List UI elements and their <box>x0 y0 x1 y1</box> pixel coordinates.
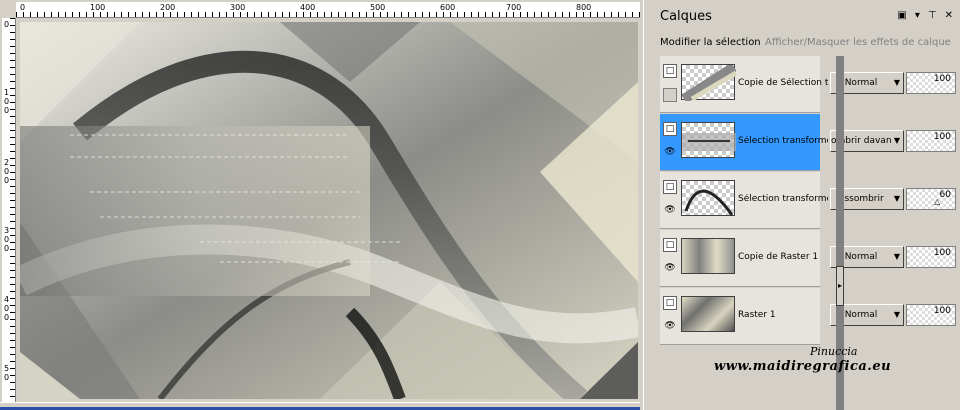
pin-icon[interactable]: ⊤ <box>928 10 937 21</box>
canvas-artwork[interactable] <box>20 22 638 399</box>
ruler-top-tick: 800 <box>576 3 592 12</box>
layer-thumbnail <box>681 122 736 158</box>
ruler-left-tick: 4 0 0 <box>4 295 10 322</box>
ruler-top-tick: 200 <box>160 3 176 12</box>
layer-name-cell[interactable]: □ 👁 Sélection transformé <box>660 114 828 171</box>
layer-page-icon[interactable]: □ <box>663 64 677 78</box>
chevron-down-icon: ▼ <box>893 310 900 319</box>
eye-icon[interactable]: 👁 <box>663 204 677 216</box>
layer-row[interactable]: □ 👁 Raster 1 Normal ▼ 100 <box>660 288 960 346</box>
ruler-top: 0 100 200 300 400 500 600 700 800 <box>16 2 640 18</box>
layers-panel: Calques ▣ ▾ ⊤ ✕ Modifier la sélection Af… <box>643 0 960 410</box>
scroll-handle[interactable]: ▸ <box>836 266 844 306</box>
ruler-left-tick: 5 0 <box>4 364 10 382</box>
visibility-toggle-off[interactable] <box>663 88 677 102</box>
ruler-top-tick: 300 <box>230 3 246 12</box>
thumbnail-art <box>682 65 736 101</box>
ruler-left-tick: 1 0 0 <box>4 88 10 115</box>
layer-page-icon[interactable]: □ <box>663 238 677 252</box>
panel-actions: Modifier la sélection Afficher/Masquer l… <box>644 32 960 54</box>
opacity-slider[interactable]: 100 <box>906 246 956 268</box>
close-icon[interactable]: ✕ <box>945 10 953 21</box>
layer-name-cell[interactable]: □ Copie de Sélection tr <box>660 56 828 113</box>
ruler-top-tick: 500 <box>370 3 386 12</box>
thumbnail-art <box>684 189 734 216</box>
opacity-value: 100 <box>933 132 951 142</box>
eye-icon[interactable]: 👁 <box>663 262 677 274</box>
opacity-slider[interactable]: 60 △ <box>906 188 956 210</box>
chevron-down-icon[interactable]: ▾ <box>915 10 920 21</box>
layer-name: Raster 1 <box>738 310 776 320</box>
layer-row[interactable]: □ Copie de Sélection tr Normal ▼ 100 <box>660 56 960 114</box>
opacity-value: 100 <box>933 248 951 258</box>
opacity-slider[interactable]: 100 <box>906 304 956 326</box>
layer-thumbnail <box>681 296 735 332</box>
ruler-left-tick: 3 0 0 <box>4 226 10 253</box>
opacity-value: 100 <box>933 74 951 84</box>
ruler-top-tick: 700 <box>506 3 522 12</box>
layer-name-cell[interactable]: □ 👁 Sélection transformé <box>660 172 828 229</box>
layer-row[interactable]: □ 👁 Copie de Raster 1 Normal ▼ 100 <box>660 230 960 288</box>
layer-page-icon[interactable]: □ <box>663 122 677 136</box>
opacity-slider[interactable]: 100 <box>906 72 956 94</box>
chevron-down-icon: ▼ <box>893 136 900 145</box>
layer-name: Sélection transformé <box>738 194 828 204</box>
chevron-down-icon: ▼ <box>893 78 900 87</box>
panel-tools: ▣ ▾ ⊤ ✕ <box>897 10 953 21</box>
slider-marker-icon: △ <box>934 197 941 206</box>
opacity-value: 60 <box>939 190 951 200</box>
thumbnail-art <box>682 133 736 151</box>
layer-name-cell[interactable]: □ 👁 Raster 1 <box>660 288 820 345</box>
ruler-top-tick: 400 <box>300 3 316 12</box>
chevron-down-icon: ▼ <box>893 252 900 261</box>
ruler-left-tick: 2 0 0 <box>4 158 10 185</box>
opacity-value: 100 <box>933 306 951 316</box>
layer-thumbnail <box>681 238 735 274</box>
opacity-slider[interactable]: 100 <box>906 130 956 152</box>
layer-thumbnail <box>681 180 735 216</box>
panel-header: Calques ▣ ▾ ⊤ ✕ <box>644 0 960 30</box>
ruler-top-marks <box>16 12 640 17</box>
artwork-image <box>20 22 638 399</box>
watermark: Pinuccia www.maidiregrafica.eu <box>714 345 960 385</box>
watermark-url: www.maidiregrafica.eu <box>714 359 892 374</box>
toggle-layer-effects-button[interactable]: Afficher/Masquer les effets de calque <box>765 37 951 48</box>
layer-name: Copie de Sélection tr <box>738 78 828 88</box>
chevron-down-icon: ▼ <box>893 194 900 203</box>
restore-icon[interactable]: ▣ <box>897 10 906 21</box>
layer-list: □ Copie de Sélection tr Normal ▼ 100 □ 👁 <box>660 56 960 410</box>
ruler-top-tick: 600 <box>440 3 456 12</box>
layer-name: Copie de Raster 1 <box>738 252 819 262</box>
layer-row[interactable]: □ 👁 Sélection transformé Assombrir ▼ 60 … <box>660 172 960 230</box>
watermark-author: Pinuccia <box>810 345 858 358</box>
eye-icon[interactable]: 👁 <box>663 146 677 158</box>
ruler-left-tick: 0 <box>4 20 10 29</box>
ruler-left: 0 1 0 0 2 0 0 3 0 0 4 0 0 5 0 <box>2 18 16 403</box>
layer-thumbnail <box>681 64 736 101</box>
ruler-top-tick: 0 <box>20 3 26 12</box>
panel-title: Calques <box>660 9 712 24</box>
layer-page-icon[interactable]: □ <box>663 180 677 194</box>
layer-name-cell[interactable]: □ 👁 Copie de Raster 1 <box>660 230 820 287</box>
ruler-top-tick: 100 <box>90 3 106 12</box>
layer-row-selected[interactable]: □ 👁 Sélection transformé ombrir davant ▼… <box>660 114 960 172</box>
modify-selection-button[interactable]: Modifier la sélection <box>660 37 761 48</box>
canvas-area: 0 100 200 300 400 500 600 700 800 0 1 0 … <box>0 0 640 410</box>
ruler-left-marks <box>10 18 15 403</box>
eye-icon[interactable]: 👁 <box>663 320 677 332</box>
layer-name: Sélection transformé <box>738 136 828 146</box>
layer-page-icon[interactable]: □ <box>663 296 677 310</box>
